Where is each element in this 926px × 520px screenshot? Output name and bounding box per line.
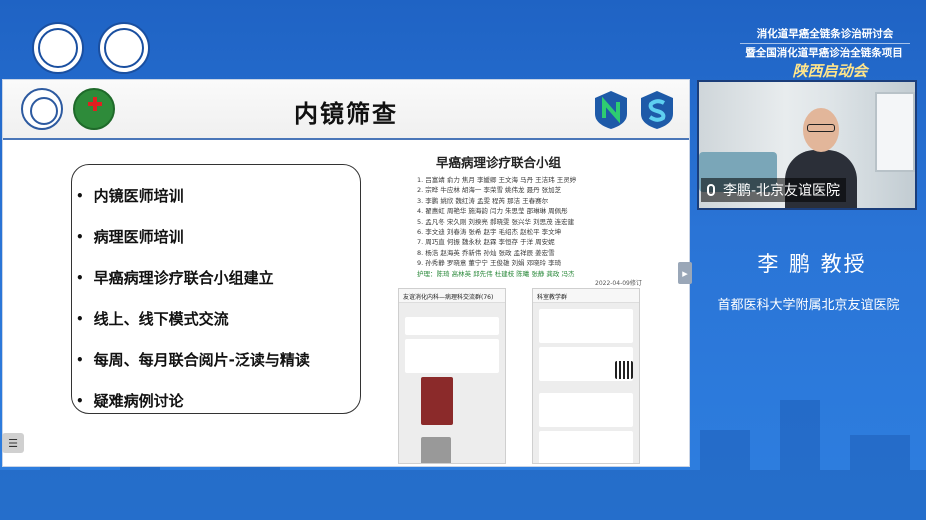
- group-line: 1. 吕富靖 俞力 焦月 李媛卿 王文海 马丹 王洁玮 王灵婷: [417, 176, 577, 184]
- group-line: 6. 李文迪 刘春涛 张希 赵宇 毛绍杰 赵松平 李文坤: [417, 228, 562, 237]
- chat-image: [421, 437, 451, 463]
- bullet-item: • 病理医师培训: [76, 228, 184, 246]
- bullet-item: • 疑难病例讨论: [76, 392, 184, 410]
- speaker-name: 李 鹏 教授: [757, 252, 867, 276]
- chat-image: [421, 377, 453, 425]
- hospital-logo: [98, 22, 150, 74]
- chat-message: [539, 393, 633, 427]
- speaker-affiliation: 首都医科大学附属北京友谊医院: [717, 298, 900, 313]
- launch-title: 陕西启动会: [792, 62, 868, 80]
- slide-header: 内镜筛查: [3, 80, 689, 140]
- chat-message: [539, 309, 633, 343]
- n-brand-icon: [595, 91, 627, 129]
- group-line: 4. 翟惠虹 周艳华 施海韵 闫力 朱思莹 邵琳琳 周佩彤: [417, 207, 568, 216]
- bullet-item: • 早癌病理诊疗联合小组建立: [76, 269, 274, 287]
- chat-screenshot: 科室教学群: [532, 288, 640, 464]
- chat-title: 科室教学群: [533, 289, 639, 303]
- chat-message: [405, 339, 499, 373]
- s-brand-icon: [641, 91, 673, 129]
- conference-title: 消化道早癌全链条诊治研讨会: [740, 26, 910, 44]
- slide-title: 内镜筛查: [294, 100, 398, 128]
- bullet-item: • 每周、每月联合阅片-泛读与精读: [76, 351, 310, 369]
- group-line: 5. 孟凡冬 宋久刚 刘揆亮 郝晓雯 张兴华 刘思茂 连宏建: [417, 217, 575, 226]
- chat-title: 友谊消化内科—病理科交流群(76): [399, 289, 505, 303]
- group-title: 早癌病理诊疗联合小组: [436, 155, 562, 170]
- speaker-video: 李鹏-北京友谊医院: [697, 80, 917, 210]
- microphone-icon: [707, 184, 715, 196]
- group-line: 3. 李鹏 姚欣 魏红涛 孟雯 程芮 那洁 王春赛尔: [417, 196, 549, 205]
- shared-slide: 内镜筛查 • 内镜医师培训 • 病理医师培训 • 早癌病理诊疗联合小组建立 • 线上、线…: [2, 79, 690, 467]
- video-name-label: 李鹏-北京友谊医院: [701, 178, 847, 202]
- list-icon[interactable]: ☰: [2, 433, 24, 453]
- chat-screenshot: 友谊消化内科—病理科交流群(76): [398, 288, 506, 464]
- university-logo: [32, 22, 84, 74]
- bullet-item: • 内镜医师培训: [76, 187, 184, 205]
- group-nurse-line: 护理：陈琦 高林英 邱先伟 杜建枝 陈曦 张静 龚政 冯杰: [417, 269, 575, 278]
- project-title: 暨全国消化道早癌诊治全链条项目: [745, 47, 903, 59]
- chat-message: [539, 431, 633, 463]
- chevron-right-icon[interactable]: ▸: [678, 262, 692, 284]
- group-line: 9. 孙秀静 罗晓意 董宁宁 王俊雄 刘娟 邓晓玲 李琦: [417, 259, 562, 268]
- group-revision-date: 2022-04-09修订: [595, 280, 642, 287]
- bullet-list: • 内镜医师培训 • 病理医师培训 • 早癌病理诊疗联合小组建立 • 线上、线下模式交流…: [71, 164, 361, 414]
- chat-qr-image: [615, 361, 633, 379]
- group-line: 7. 周巧直 何振 魏永秋 赵霖 李恒存 于洋 周安妮: [417, 238, 555, 247]
- group-member-list: 1. 吕富靖 俞力 焦月 李媛卿 王文海 马丹 王洁玮 王灵婷 2. 宗晔 牛应…: [417, 175, 612, 279]
- group-line: 8. 杨浩 赵海英 乔新伟 孙灿 张政 孟祥辰 姜宏雪: [417, 248, 555, 257]
- group-line: 2. 宗晔 牛应林 胡海一 李荣雪 姚伟龙 聂丹 张加芝: [417, 186, 562, 195]
- chat-message: [405, 317, 499, 335]
- bullet-item: • 线上、线下模式交流: [76, 310, 229, 328]
